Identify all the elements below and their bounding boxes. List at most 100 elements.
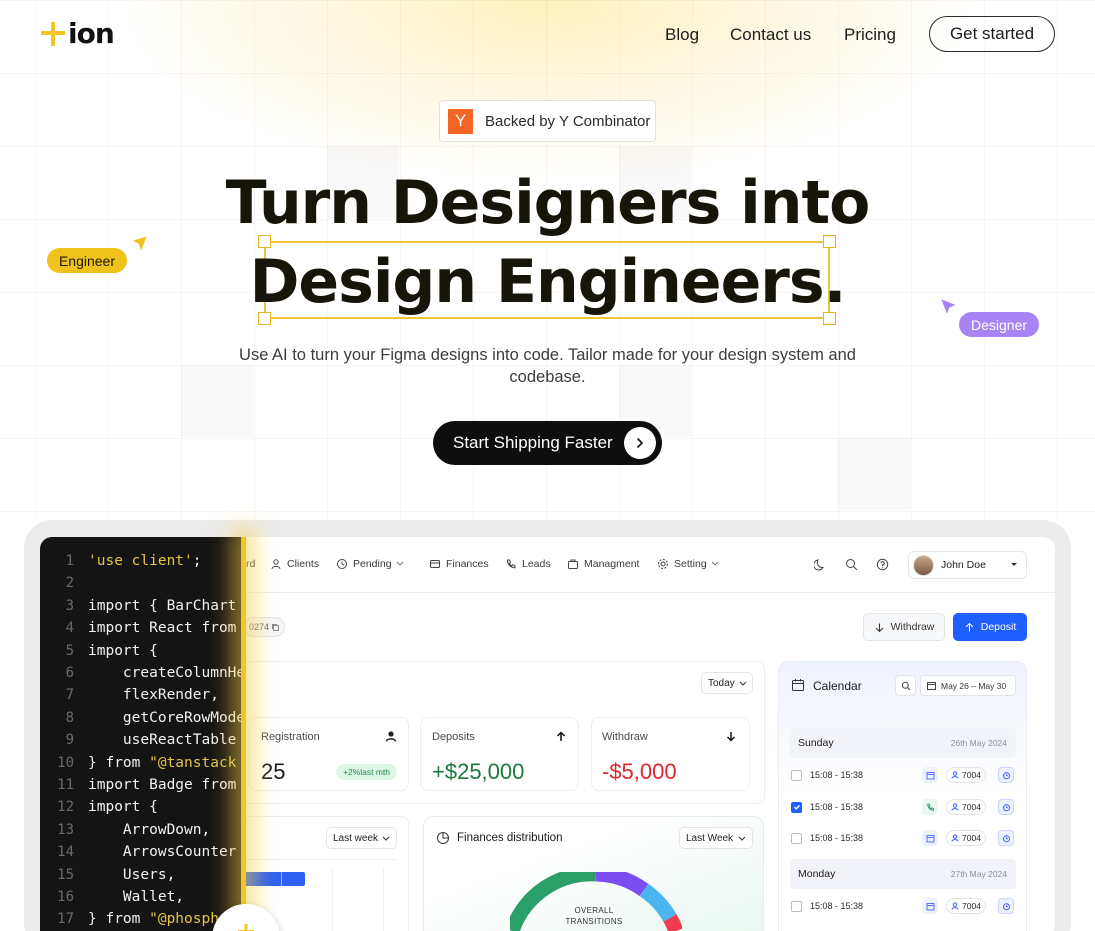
arrow-down-icon	[875, 623, 883, 632]
donut-label-1: OVERALL	[574, 906, 614, 915]
alarm-icon[interactable]	[998, 799, 1014, 815]
avatar	[913, 554, 934, 576]
line-number: 11	[57, 777, 74, 793]
designer-tag: Designer	[959, 312, 1039, 337]
line-number: 1	[65, 553, 74, 569]
chart-divider	[246, 859, 396, 860]
growth-badge: +2%last mth	[336, 764, 397, 780]
registration-value: 25	[261, 759, 286, 784]
moon-icon[interactable]	[814, 558, 827, 571]
code-reveal-edge[interactable]	[241, 537, 246, 931]
calendar-icon	[922, 830, 938, 846]
line-number: 9	[65, 732, 74, 749]
line-number: 17	[57, 911, 74, 928]
start-shipping-button[interactable]: Start Shipping Faster	[433, 421, 662, 465]
calendar-panel	[778, 661, 1027, 931]
dash-nav-setting[interactable]: Setting	[657, 558, 726, 570]
engineer-cursor-icon	[129, 234, 149, 254]
headline-line-2: Design Engineers.	[249, 247, 847, 317]
calendar-icon	[792, 679, 804, 691]
slot-checkbox[interactable]	[791, 832, 802, 844]
calendar-icon	[922, 898, 938, 914]
dash-nav-dashboard[interactable]: rd	[246, 558, 255, 570]
start-shipping-label: Start Shipping Faster	[453, 433, 613, 452]
chart-bar-divider	[281, 872, 282, 886]
slot-checkbox[interactable]	[791, 900, 802, 912]
calendar-slot[interactable]: 15:08 - 15:38 7004	[791, 798, 1016, 816]
registration-title: Registration	[261, 731, 320, 743]
calendar-icon	[927, 682, 936, 690]
calendar-slot[interactable]: 15:08 - 15:38 7004	[791, 766, 1016, 784]
help-icon[interactable]	[876, 558, 889, 571]
dash-nav-pending[interactable]: Pending	[336, 558, 411, 570]
calendar-slot[interactable]: 15:08 - 15:38 7004	[791, 829, 1016, 847]
clock-icon	[337, 559, 347, 569]
period-select[interactable]: Today	[701, 672, 753, 694]
calendar-search-button[interactable]	[895, 675, 916, 696]
deposits-value: +$25,000	[432, 759, 525, 784]
code-text: ArrowsCounter	[88, 844, 237, 861]
phone-icon	[506, 559, 516, 569]
get-started-button[interactable]: Get started	[929, 16, 1055, 52]
code-line: 9 useReactTable	[40, 732, 237, 754]
code-text: import Badge from	[88, 777, 237, 793]
date-range-picker[interactable]: May 26 – May 30	[920, 675, 1016, 696]
withdraw-button[interactable]: Withdraw	[863, 613, 945, 641]
top-nav: ion Blog Contact us Pricing Get started	[0, 0, 1095, 70]
wallet-icon	[430, 560, 440, 568]
alarm-icon[interactable]	[998, 830, 1014, 846]
finance-period-select[interactable]: Last Week	[679, 827, 753, 849]
code-line: 5 import {	[40, 643, 158, 665]
copy-icon	[272, 623, 280, 631]
logo-text: ion	[68, 17, 115, 50]
dash-nav-finances[interactable]: Finances	[429, 558, 489, 570]
slot-checkbox-checked[interactable]	[791, 801, 802, 813]
code-line: 11 import Badge from	[40, 777, 236, 799]
calendar-icon	[922, 767, 938, 783]
chevron-down-icon	[738, 836, 746, 841]
code-text: useReactTable	[88, 732, 237, 749]
chevron-right-icon	[624, 427, 656, 459]
slot-checkbox[interactable]	[791, 769, 802, 781]
alarm-icon[interactable]	[998, 898, 1014, 914]
donut-label-2: TRANSITIONS	[565, 917, 623, 926]
line-number: 8	[65, 709, 74, 726]
spark-icon	[41, 22, 65, 46]
user-icon	[951, 803, 959, 811]
arrow-down-icon	[726, 732, 736, 742]
calendar-slot[interactable]: 15:08 - 15:38 7004	[791, 897, 1016, 915]
code-line: 4 import React from	[40, 620, 237, 642]
code-text: getCoreRowModel	[88, 709, 246, 726]
code-text: import React from	[88, 620, 237, 637]
nav-link-blog[interactable]: Blog	[665, 25, 699, 45]
nav-link-contact[interactable]: Contact us	[730, 25, 811, 45]
chart-period-select[interactable]: Last week	[326, 827, 397, 849]
chart-bar	[246, 872, 305, 886]
chart-gridline	[332, 868, 333, 931]
ion-logo[interactable]: ion	[40, 17, 115, 50]
deposit-button[interactable]: Deposit	[953, 613, 1027, 641]
yc-badge[interactable]: Y Backed by Y Combinator	[439, 100, 656, 142]
line-number: 14	[57, 844, 74, 861]
day-row-monday: Monday 27th May 2024	[790, 859, 1016, 889]
dash-nav-managment[interactable]: Managment	[567, 558, 639, 570]
code-line: 7 flexRender,	[40, 687, 219, 709]
caret-down-icon	[1011, 563, 1017, 566]
code-line: 10} from "@tanstack	[40, 755, 236, 777]
code-line: 3 import { BarChart	[40, 598, 237, 620]
id-pill[interactable]: 0274	[244, 617, 285, 637]
nav-link-pricing[interactable]: Pricing	[844, 25, 896, 45]
day-row-sunday: Sunday 26th May 2024	[790, 728, 1016, 758]
briefcase-icon	[568, 559, 578, 569]
dash-nav-leads[interactable]: Leads	[505, 558, 551, 570]
alarm-icon[interactable]	[998, 767, 1014, 783]
chevron-down-icon	[396, 561, 403, 566]
arrow-up-icon	[965, 622, 974, 631]
code-text: } from "@tanstack	[88, 754, 237, 771]
calendar-title: Calendar	[813, 679, 862, 693]
user-icon	[951, 902, 959, 910]
line-number: 5	[65, 642, 74, 659]
user-select[interactable]: John Doe	[908, 551, 1027, 579]
dash-nav-clients[interactable]: Clients	[270, 558, 319, 570]
search-icon[interactable]	[845, 558, 858, 571]
